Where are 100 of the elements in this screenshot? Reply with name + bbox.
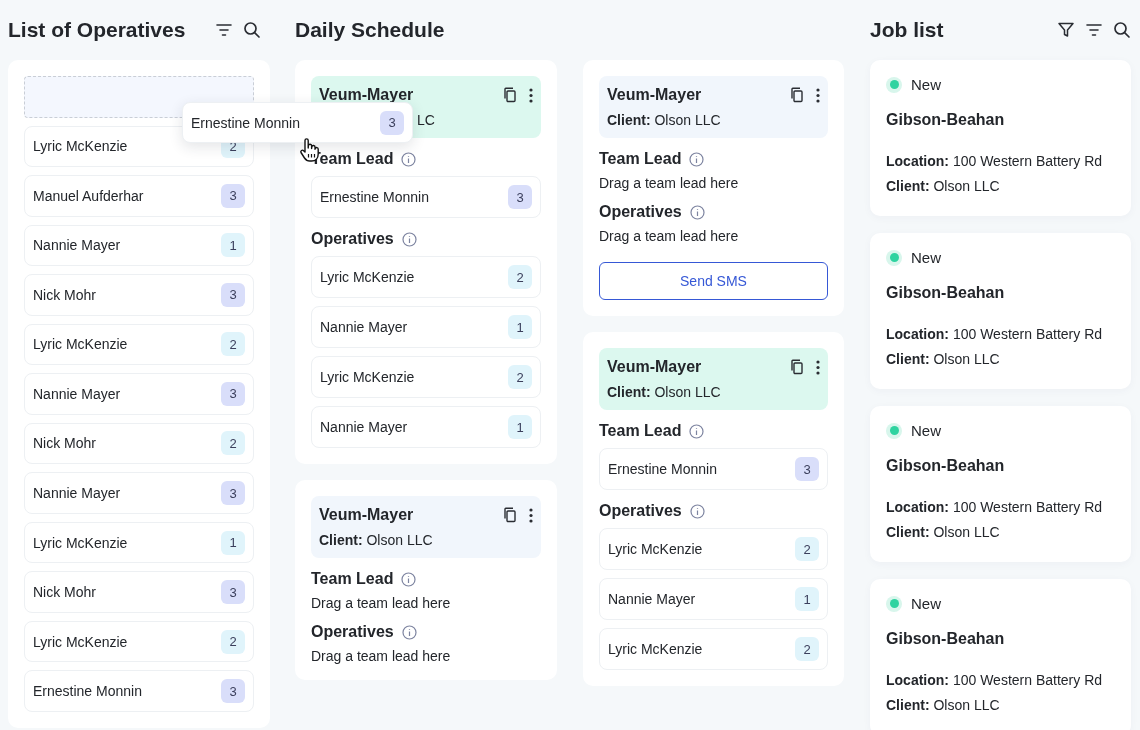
dragged-operative[interactable]: Ernestine Monnin 3 xyxy=(182,102,413,143)
operative-item[interactable]: Lyric McKenzie 2 xyxy=(24,323,254,366)
filter-icon[interactable] xyxy=(1057,21,1075,39)
status-label: New xyxy=(911,249,941,266)
count-badge: 2 xyxy=(508,365,532,389)
info-icon xyxy=(401,624,417,640)
operative-name: Lyric McKenzie xyxy=(608,541,703,557)
job-card[interactable]: New Gibson-Beahan Location: 100 Western Battery Rd Client: Olson LLC xyxy=(870,60,1131,216)
operative-name: Lyric McKenzie xyxy=(33,336,128,353)
location-text: Location: 100 Western Battery Rd xyxy=(886,153,1104,169)
count-badge: 2 xyxy=(221,431,245,456)
status-label: New xyxy=(911,422,941,439)
drop-hint: Drag a team lead here xyxy=(311,648,452,664)
send-sms-button[interactable]: Send SMS xyxy=(599,262,828,300)
operative-item[interactable]: Lyric McKenzie 1 xyxy=(24,521,254,564)
status-label: New xyxy=(911,76,941,93)
operative-item[interactable]: Nannie Mayer 1 xyxy=(311,306,541,348)
column-title: Job list xyxy=(870,18,945,42)
job-card[interactable]: New Gibson-Beahan Location: 100 Western Battery Rd Client: Olson LLC xyxy=(870,579,1131,730)
count-badge: 1 xyxy=(221,530,245,555)
count-badge: 3 xyxy=(221,381,245,406)
info-icon xyxy=(401,571,417,587)
operative-item[interactable]: Nannie Mayer 1 xyxy=(311,406,541,448)
column-title: Daily Schedule xyxy=(295,18,446,42)
operative-item[interactable]: Lyric McKenzie 2 xyxy=(311,256,541,298)
job-header[interactable]: Veum-Mayer Client: Olson LLC xyxy=(311,496,541,558)
job-title: Veum-Mayer xyxy=(607,358,703,376)
operative-name: Lyric McKenzie xyxy=(320,269,415,285)
operative-item[interactable]: Ernestine Monnin 3 xyxy=(24,670,254,712)
operative-item[interactable]: Lyric McKenzie 2 xyxy=(599,628,828,670)
operative-name: Ernestine Monnin xyxy=(608,461,717,477)
copy-icon xyxy=(503,507,517,523)
section-title: Operatives xyxy=(599,502,682,520)
count-badge: 1 xyxy=(508,415,532,439)
count-badge: 3 xyxy=(380,110,404,135)
operative-item[interactable]: Nick Mohr 2 xyxy=(24,422,254,465)
count-badge: 3 xyxy=(221,481,245,505)
operative-item[interactable]: Nick Mohr 3 xyxy=(24,571,254,613)
operative-name: Ernestine Monnin xyxy=(320,189,429,205)
operative-name: Lyric McKenzie xyxy=(33,633,128,650)
count-badge: 2 xyxy=(508,265,532,289)
job-card[interactable]: New Gibson-Beahan Location: 100 Western Battery Rd Client: Olson LLC xyxy=(870,406,1131,562)
search-icon[interactable] xyxy=(1113,21,1131,39)
more-icon xyxy=(529,507,533,523)
section-title: Operatives xyxy=(311,623,394,641)
operative-item[interactable]: Nannie Mayer 1 xyxy=(599,578,828,620)
sort-icon[interactable] xyxy=(1085,21,1103,39)
operative-name: Nannie Mayer xyxy=(608,591,696,607)
operative-item[interactable]: Nick Mohr 3 xyxy=(24,274,254,316)
job-card[interactable]: New Gibson-Beahan Location: 100 Western Battery Rd Client: Olson LLC xyxy=(870,233,1131,389)
info-icon xyxy=(401,231,417,247)
operative-item[interactable]: Nannie Mayer 1 xyxy=(24,224,254,267)
job-header[interactable]: Veum-Mayer Client: Olson LLC xyxy=(599,348,828,410)
location-text: Location: 100 Western Battery Rd xyxy=(886,672,1104,688)
operative-item[interactable]: Nannie Mayer 3 xyxy=(24,373,254,415)
client-text: Client: Olson LLC xyxy=(886,697,1001,713)
operative-name: Nick Mohr xyxy=(33,435,96,452)
count-badge: 3 xyxy=(221,679,245,704)
job-title: Veum-Mayer xyxy=(319,506,415,524)
operative-name: Manuel Aufderhar xyxy=(33,187,144,204)
search-icon[interactable] xyxy=(243,21,261,39)
drop-hint: Drag a team lead here xyxy=(311,595,452,611)
operative-item[interactable]: Ernestine Monnin 3 xyxy=(599,448,828,490)
count-badge: 3 xyxy=(795,457,819,481)
operative-item[interactable]: Lyric McKenzie 2 xyxy=(24,620,254,663)
count-badge: 3 xyxy=(221,580,245,605)
client-text: Client: Olson LLC xyxy=(607,384,722,400)
operative-item[interactable]: Ernestine Monnin 3 xyxy=(311,176,541,218)
operative-name: Lyric McKenzie xyxy=(608,641,703,657)
operative-name: Nannie Mayer xyxy=(33,237,121,254)
section-title: Team Lead xyxy=(599,150,682,168)
job-title: Gibson-Beahan xyxy=(886,630,1006,648)
client-text: Client: Olson LLC xyxy=(886,351,1001,367)
section-title: Team Lead xyxy=(599,422,682,440)
operative-item[interactable]: Nannie Mayer 3 xyxy=(24,472,254,514)
sort-icon[interactable] xyxy=(215,21,233,39)
count-badge: 1 xyxy=(221,233,245,258)
job-title: Veum-Mayer xyxy=(319,86,415,104)
operative-name: Ernestine Monnin xyxy=(33,683,142,700)
job-title: Veum-Mayer xyxy=(607,86,703,104)
job-header[interactable]: Veum-Mayer Client: Olson LLC xyxy=(599,76,828,138)
drop-hint: Drag a team lead here xyxy=(599,228,740,244)
job-title: Gibson-Beahan xyxy=(886,457,1006,475)
operative-item[interactable]: Manuel Aufderhar 3 xyxy=(24,175,254,217)
operative-name: Nick Mohr xyxy=(33,584,96,601)
copy-icon xyxy=(790,87,804,103)
location-text: Location: 100 Western Battery Rd xyxy=(886,326,1104,342)
copy-icon xyxy=(503,87,517,103)
client-text: Client: Olson LLC xyxy=(607,112,722,128)
operative-item[interactable]: Lyric McKenzie 2 xyxy=(599,528,828,570)
operative-name: Nannie Mayer xyxy=(320,419,408,435)
job-title: Gibson-Beahan xyxy=(886,284,1006,302)
job-title: Gibson-Beahan xyxy=(886,111,1006,129)
operative-name: Nick Mohr xyxy=(33,286,96,303)
info-icon xyxy=(689,204,705,220)
count-badge: 3 xyxy=(221,282,245,307)
client-text: LC xyxy=(417,112,436,128)
info-icon xyxy=(689,503,705,519)
operative-name: Nannie Mayer xyxy=(320,319,408,335)
operative-item[interactable]: Lyric McKenzie 2 xyxy=(311,356,541,398)
